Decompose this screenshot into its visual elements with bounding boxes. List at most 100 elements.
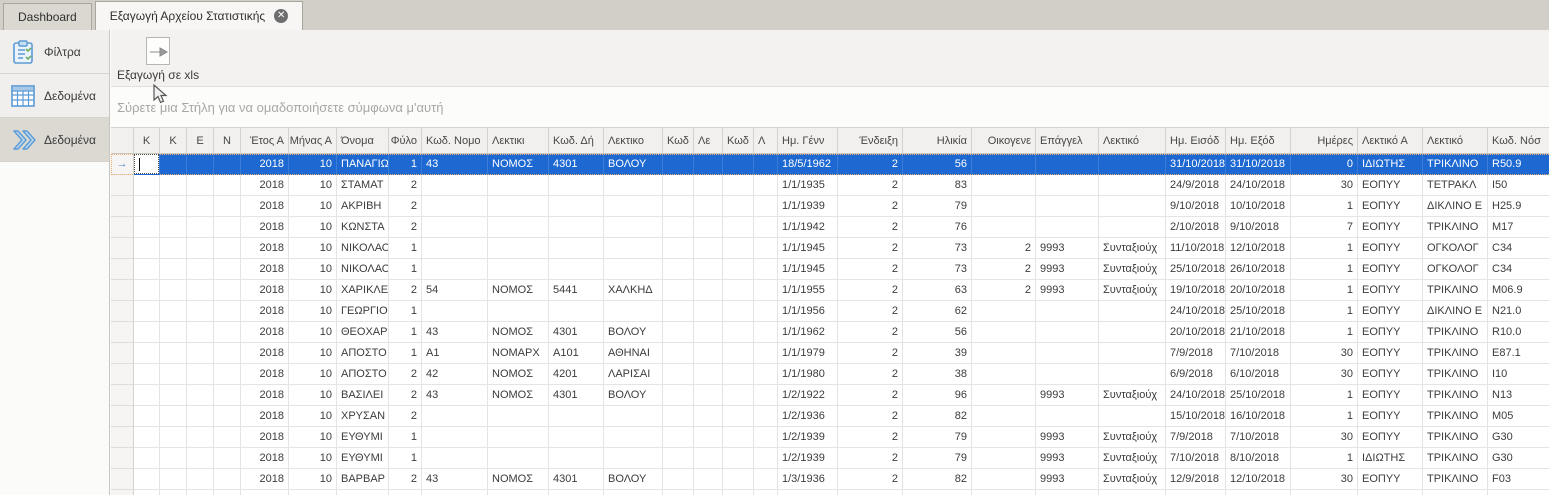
grid-cell[interactable]: 25/10/2018 bbox=[1226, 301, 1291, 322]
grid-cell[interactable] bbox=[604, 196, 663, 217]
grid-cell[interactable] bbox=[214, 280, 241, 301]
grid-cell[interactable] bbox=[663, 448, 694, 469]
grid-cell[interactable]: I50 bbox=[1488, 175, 1549, 196]
grid-cell[interactable] bbox=[187, 238, 214, 259]
grid-cell[interactable] bbox=[663, 175, 694, 196]
grid-cell[interactable]: 4301 bbox=[549, 385, 604, 406]
tab-export-statistics[interactable]: Εξαγωγή Αρχείου Στατιστικής ✕ bbox=[95, 1, 303, 30]
grid-cell[interactable]: 15/10/2018 bbox=[1166, 406, 1226, 427]
grid-cell[interactable] bbox=[214, 364, 241, 385]
grid-cell[interactable] bbox=[723, 196, 754, 217]
table-row[interactable]: 201810ΒΑΡΒΑΡ243ΝΟΜΟΣ4301ΒΟΛΟΥ1/3/1936282… bbox=[111, 469, 1549, 490]
column-header[interactable]: Κ bbox=[160, 128, 187, 154]
grid-cell[interactable]: 2018 bbox=[241, 280, 289, 301]
grid-cell[interactable] bbox=[663, 406, 694, 427]
sidebar-item-filters[interactable]: Φίλτρα bbox=[0, 30, 109, 74]
grid-cell[interactable] bbox=[214, 217, 241, 238]
grid-cell[interactable] bbox=[754, 280, 778, 301]
grid-cell[interactable]: 2 bbox=[972, 280, 1036, 301]
grid-cell[interactable] bbox=[1099, 364, 1166, 385]
grid-cell[interactable]: 10 bbox=[289, 427, 337, 448]
grid-cell[interactable]: 10 bbox=[289, 322, 337, 343]
column-header[interactable]: Μήνας Α bbox=[289, 128, 337, 154]
grid-cell[interactable]: 56 bbox=[903, 322, 972, 343]
grid-cell[interactable]: 20/10/2018 bbox=[1226, 280, 1291, 301]
grid-cell[interactable] bbox=[972, 385, 1036, 406]
grid-cell[interactable] bbox=[694, 280, 723, 301]
grid-cell[interactable] bbox=[134, 196, 160, 217]
grid-cell[interactable]: ΑΠΟΣΤΟ bbox=[337, 364, 389, 385]
grid-cell[interactable]: 2018 bbox=[241, 469, 289, 490]
grid-cell[interactable] bbox=[160, 406, 187, 427]
grid-cell[interactable]: 1/1/1979 bbox=[778, 343, 838, 364]
grid-cell[interactable]: 30 bbox=[1291, 469, 1358, 490]
grid-cell[interactable] bbox=[214, 196, 241, 217]
grid-cell[interactable] bbox=[1036, 175, 1099, 196]
grid-cell[interactable] bbox=[723, 301, 754, 322]
grid-cell[interactable]: ΕΟΠΥΥ bbox=[1358, 217, 1423, 238]
grid-cell[interactable] bbox=[972, 469, 1036, 490]
grid-cell[interactable]: ΚΩΝΣΤΑ bbox=[337, 217, 389, 238]
grid-cell[interactable]: ΤΡΙΚΛΙΝΟ bbox=[1423, 343, 1488, 364]
grid-cell[interactable] bbox=[694, 217, 723, 238]
grid-cell[interactable] bbox=[1036, 301, 1099, 322]
grid-cell[interactable]: ΑΘΗΝΑΙ bbox=[604, 343, 663, 364]
grid-cell[interactable]: 2 bbox=[838, 343, 903, 364]
grid-cell[interactable] bbox=[134, 427, 160, 448]
grid-cell[interactable] bbox=[134, 385, 160, 406]
grid-cell[interactable]: ΤΡΙΚΛΙΝΟ bbox=[1423, 322, 1488, 343]
grid-cell[interactable] bbox=[604, 301, 663, 322]
grid-cell[interactable] bbox=[694, 238, 723, 259]
grid-cell[interactable]: ΤΡΙΚΛΙΝΟ bbox=[1423, 427, 1488, 448]
table-row[interactable]: 201810ΧΑΡΙΚΛΕ254ΝΟΜΟΣ5441ΧΑΛΚΗΔ1/1/19552… bbox=[111, 280, 1549, 301]
grid-cell[interactable] bbox=[663, 385, 694, 406]
grid-cell[interactable] bbox=[663, 343, 694, 364]
grid-cell[interactable] bbox=[723, 448, 754, 469]
grid-cell[interactable] bbox=[1099, 154, 1166, 175]
grid-cell[interactable] bbox=[723, 238, 754, 259]
grid-cell[interactable] bbox=[134, 364, 160, 385]
grid-cell[interactable]: I10 bbox=[1488, 364, 1549, 385]
grid-cell[interactable] bbox=[604, 175, 663, 196]
grid-cell[interactable]: ΤΡΙΚΛΙΝΟ bbox=[1423, 469, 1488, 490]
grid-cell[interactable] bbox=[214, 343, 241, 364]
grid-cell[interactable] bbox=[663, 427, 694, 448]
grid-cell[interactable]: 2018 bbox=[241, 175, 289, 196]
table-row[interactable]: 201810ΑΠΟΣΤΟ1A1ΝΟΜΑΡΧA101ΑΘΗΝΑΙ1/1/19792… bbox=[111, 343, 1549, 364]
grid-cell[interactable]: 2 bbox=[389, 406, 422, 427]
grid-cell[interactable] bbox=[422, 427, 488, 448]
grid-cell[interactable]: 1 bbox=[389, 154, 422, 175]
grid-cell[interactable] bbox=[972, 154, 1036, 175]
grid-cell[interactable]: 1/1/1962 bbox=[778, 322, 838, 343]
column-header[interactable]: Κωδ. Νόσ bbox=[1488, 128, 1549, 154]
grid-cell[interactable] bbox=[723, 175, 754, 196]
grid-cell[interactable] bbox=[134, 343, 160, 364]
grid-cell[interactable]: Συνταξιούχ bbox=[1099, 448, 1166, 469]
column-header[interactable]: Κωδ bbox=[723, 128, 754, 154]
grid-cell[interactable] bbox=[694, 301, 723, 322]
grid-cell[interactable]: G30 bbox=[1488, 448, 1549, 469]
grid-cell[interactable]: 10 bbox=[289, 280, 337, 301]
grid-cell[interactable] bbox=[663, 196, 694, 217]
grid-cell[interactable] bbox=[754, 343, 778, 364]
grid-cell[interactable] bbox=[488, 259, 549, 280]
grid-cell[interactable]: 2 bbox=[389, 196, 422, 217]
grid-cell[interactable]: 31/10/2018 bbox=[1166, 154, 1226, 175]
grid-cell[interactable] bbox=[160, 154, 187, 175]
grid-cell[interactable] bbox=[422, 217, 488, 238]
column-header[interactable]: Ν bbox=[214, 128, 241, 154]
grid-cell[interactable]: Συνταξιούχ bbox=[1099, 259, 1166, 280]
grid-cell[interactable]: ΙΔΙΩΤΗΣ bbox=[1358, 448, 1423, 469]
grid-cell[interactable]: 76 bbox=[903, 217, 972, 238]
grid-cell[interactable]: ΕΟΠΥΥ bbox=[1358, 469, 1423, 490]
grid-cell[interactable] bbox=[214, 448, 241, 469]
grid-cell[interactable]: ΒΑΡΒΑΡ bbox=[337, 469, 389, 490]
grid-cell[interactable] bbox=[723, 406, 754, 427]
grid-cell[interactable]: 0 bbox=[1291, 154, 1358, 175]
grid-cell[interactable]: 9993 bbox=[1036, 469, 1099, 490]
column-header[interactable]: Λεκτικο bbox=[604, 128, 663, 154]
grid-cell[interactable]: 2 bbox=[838, 301, 903, 322]
grid-cell[interactable] bbox=[694, 469, 723, 490]
column-header[interactable]: Φύλο bbox=[389, 128, 422, 154]
grid-cell[interactable]: 5441 bbox=[549, 280, 604, 301]
